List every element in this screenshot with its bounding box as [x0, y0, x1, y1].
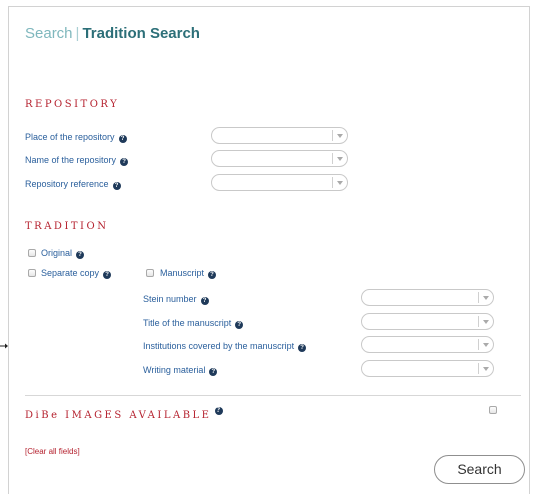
help-icon[interactable]: ?	[103, 271, 112, 279]
help-icon[interactable]: ?	[209, 368, 218, 376]
breadcrumb-search-link[interactable]: Search	[25, 25, 73, 42]
place-of-repository-label: Place of the repository?	[25, 132, 127, 143]
chevron-down-icon	[483, 367, 489, 371]
institutions-covered-label: Institutions covered by the manuscript?	[143, 341, 307, 352]
original-checkbox[interactable]	[28, 249, 36, 257]
chevron-down-icon	[337, 181, 343, 185]
page-title: Search | Tradition Search	[25, 25, 200, 42]
tradition-heading: TRADITION	[25, 221, 109, 232]
help-icon[interactable]: ?	[208, 271, 217, 279]
title-of-manuscript-label: Title of the manuscript?	[143, 318, 244, 329]
writing-material-select[interactable]	[361, 360, 494, 377]
place-of-repository-select[interactable]	[211, 127, 348, 144]
images-available-checkbox[interactable]	[489, 406, 497, 414]
separate-copy-checkbox[interactable]	[28, 269, 36, 277]
stein-number-label: Stein number?	[143, 294, 209, 305]
name-of-repository-label: Name of the repository?	[25, 155, 129, 166]
institutions-covered-select[interactable]	[361, 336, 494, 353]
title-of-manuscript-select[interactable]	[361, 313, 494, 330]
repository-heading: REPOSITORY	[25, 99, 120, 110]
help-icon[interactable]: ?	[235, 321, 244, 329]
repository-reference-select[interactable]	[211, 174, 348, 191]
chevron-down-icon	[483, 320, 489, 324]
help-icon[interactable]: ?	[76, 251, 85, 259]
name-of-repository-select[interactable]	[211, 150, 348, 167]
tradition-search-panel: Search | Tradition Search REPOSITORY Place…	[8, 6, 530, 494]
help-icon[interactable]: ?	[120, 158, 129, 166]
clear-all-fields-link[interactable]: [Clear all fields]	[25, 447, 80, 456]
help-icon[interactable]: ?	[118, 135, 127, 143]
images-available-heading: DiBe IMAGES AVAILABLE?	[25, 407, 224, 421]
stein-number-select[interactable]	[361, 289, 494, 306]
chevron-down-icon	[337, 157, 343, 161]
help-icon[interactable]: ?	[215, 407, 224, 415]
repository-reference-label: Repository reference?	[25, 179, 121, 190]
writing-material-label: Writing material?	[143, 365, 218, 376]
manuscript-checkbox[interactable]	[146, 269, 154, 277]
chevron-down-icon	[483, 296, 489, 300]
original-label: Original?	[41, 248, 85, 259]
chevron-down-icon	[483, 343, 489, 347]
help-icon[interactable]: ?	[298, 344, 307, 352]
manuscript-label: Manuscript?	[160, 268, 217, 279]
help-icon[interactable]: ?	[112, 182, 121, 190]
breadcrumb-separator: |	[75, 25, 80, 42]
separate-copy-label: Separate copy?	[41, 268, 112, 279]
chevron-down-icon	[337, 134, 343, 138]
help-icon[interactable]: ?	[200, 297, 209, 305]
breadcrumb-current: Tradition Search	[82, 25, 200, 42]
search-button[interactable]: Search	[434, 455, 525, 484]
section-divider	[25, 395, 521, 396]
arrow-right-icon	[0, 343, 8, 349]
